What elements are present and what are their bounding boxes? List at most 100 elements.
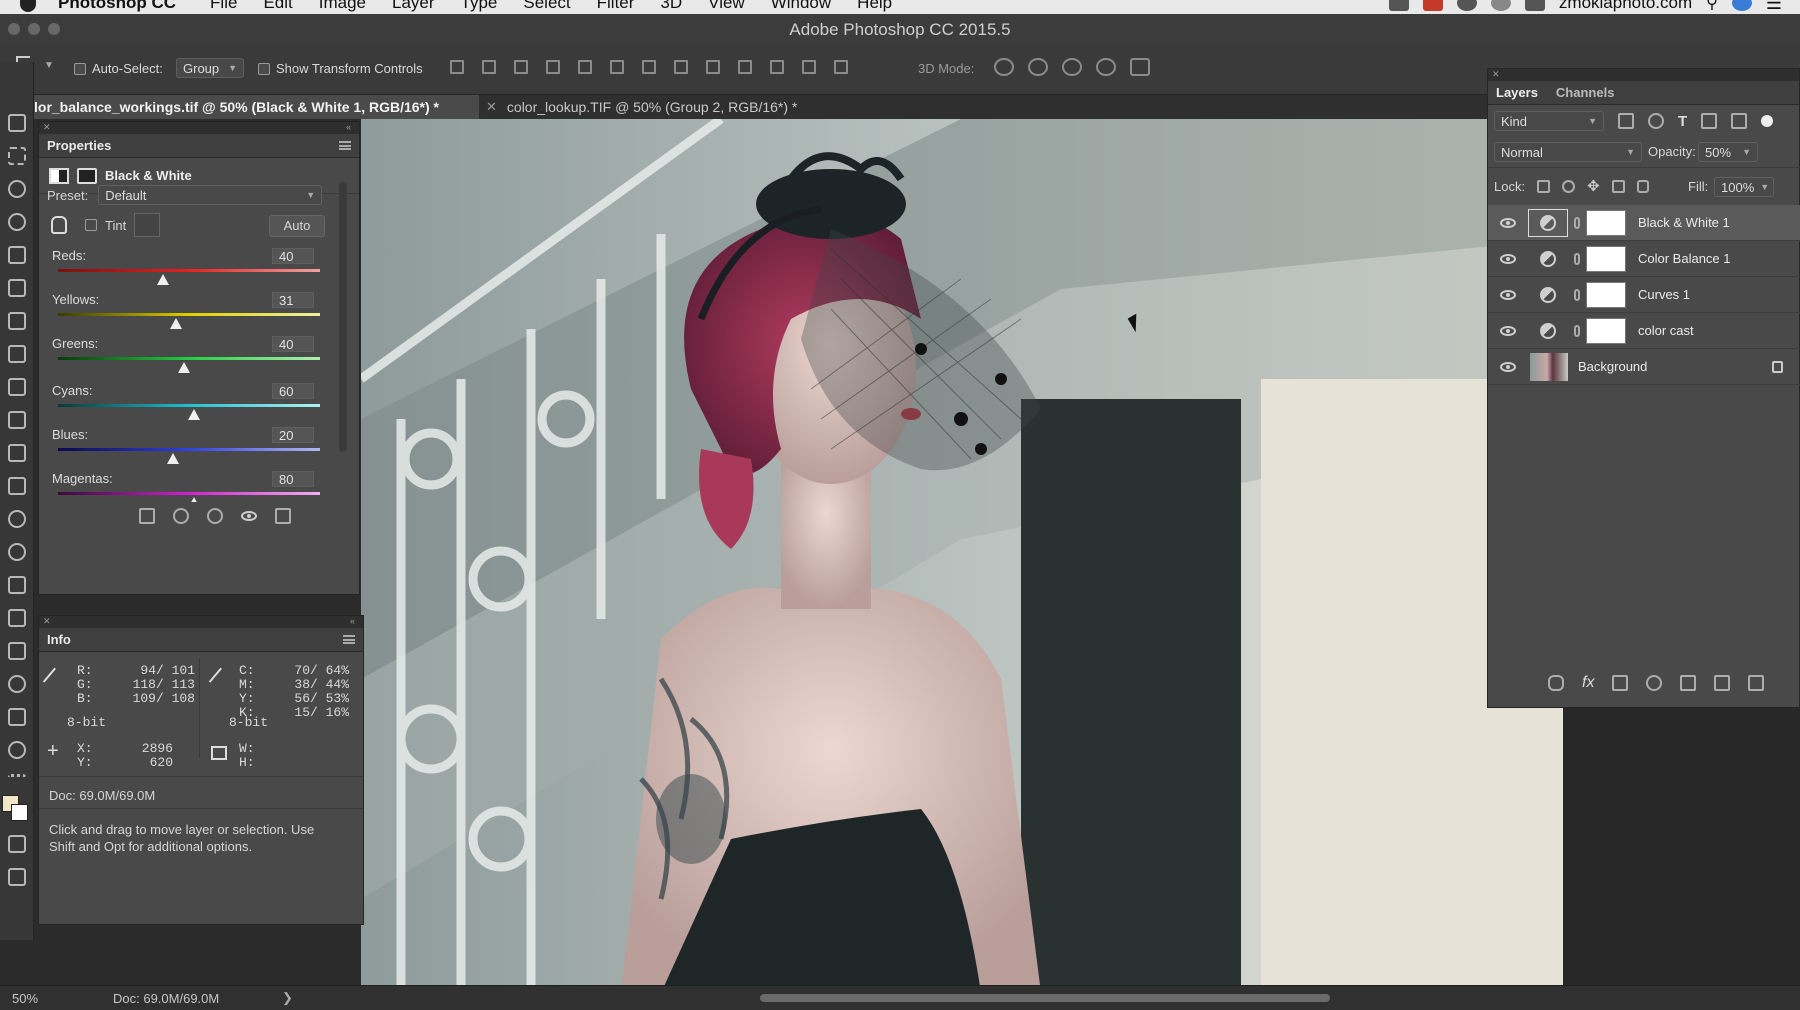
opacity-field[interactable]: 50% ▼ bbox=[1698, 142, 1758, 162]
slider-track[interactable] bbox=[58, 357, 320, 360]
3d-slide-icon[interactable] bbox=[1096, 58, 1116, 76]
3d-orbit-icon[interactable] bbox=[994, 58, 1014, 76]
panel-menu-icon[interactable] bbox=[343, 635, 355, 644]
menu-select[interactable]: Select bbox=[523, 0, 570, 13]
status-airplay-icon[interactable] bbox=[1524, 0, 1545, 11]
new-layer-icon[interactable] bbox=[1714, 675, 1731, 691]
close-panel-icon[interactable]: ✕ bbox=[43, 122, 51, 133]
apple-icon[interactable] bbox=[20, 0, 36, 12]
menu-edit[interactable]: Edit bbox=[263, 0, 292, 13]
distribute-left-icon[interactable] bbox=[738, 60, 752, 74]
mask-link-icon[interactable] bbox=[1574, 288, 1580, 301]
layer-row[interactable]: color cast bbox=[1488, 313, 1800, 349]
slider-value-field[interactable]: 40 bbox=[272, 248, 314, 264]
reset-icon[interactable] bbox=[207, 508, 223, 524]
app-name-menu[interactable]: Photoshop CC bbox=[58, 0, 176, 13]
notification-center-icon[interactable]: ☰ bbox=[1766, 0, 1782, 14]
blend-mode-dropdown[interactable]: Normal ▼ bbox=[1494, 142, 1642, 162]
layer-row[interactable]: Curves 1 bbox=[1488, 277, 1800, 313]
3d-camera-icon[interactable] bbox=[1130, 58, 1150, 76]
slider-track[interactable] bbox=[58, 269, 320, 272]
layer-mask-thumbnail[interactable] bbox=[1586, 245, 1626, 272]
tab-channels[interactable]: Channels bbox=[1556, 85, 1615, 100]
lasso-tool-icon[interactable] bbox=[7, 180, 26, 198]
zoom-tool-icon[interactable] bbox=[7, 741, 26, 759]
close-panel-icon[interactable]: ✕ bbox=[43, 616, 51, 627]
layer-mask-thumbnail[interactable] bbox=[1586, 281, 1626, 308]
layer-visibility-eye-icon[interactable] bbox=[1500, 253, 1516, 264]
layer-name[interactable]: Background bbox=[1578, 359, 1647, 374]
document-canvas[interactable] bbox=[361, 119, 1563, 993]
mask-link-icon[interactable] bbox=[1574, 324, 1580, 337]
menu-filter[interactable]: Filter bbox=[597, 0, 635, 13]
spotlight-icon[interactable]: ⚲ bbox=[1706, 0, 1718, 13]
layer-row[interactable]: Black & White 1 bbox=[1488, 205, 1800, 241]
status-red-icon[interactable] bbox=[1422, 0, 1443, 11]
delete-icon[interactable] bbox=[275, 508, 291, 524]
collapse-panel-icon[interactable]: « bbox=[346, 122, 351, 132]
background-color-swatch[interactable] bbox=[11, 804, 28, 821]
paint-bucket-tool-icon[interactable] bbox=[7, 477, 26, 495]
filter-adjustment-icon[interactable] bbox=[1648, 113, 1664, 129]
collapse-panel-icon[interactable]: « bbox=[350, 616, 355, 626]
slider-track[interactable] bbox=[58, 448, 320, 451]
preset-dropdown[interactable]: Default ▼ bbox=[98, 185, 323, 205]
menu-help[interactable]: Help bbox=[857, 0, 892, 13]
filter-type-icon[interactable]: T bbox=[1678, 113, 1687, 130]
slider-value-field[interactable]: 60 bbox=[272, 383, 314, 399]
panel-menu-icon[interactable] bbox=[339, 141, 351, 150]
auto-select-checkbox[interactable] bbox=[74, 62, 86, 75]
tool-preset-chevron-icon[interactable]: ▼ bbox=[44, 60, 54, 71]
visibility-eye-icon[interactable] bbox=[241, 511, 257, 521]
adjustment-thumbnail[interactable] bbox=[1528, 281, 1568, 309]
lock-all-icon[interactable] bbox=[1636, 179, 1649, 193]
marquee-tool-icon[interactable] bbox=[7, 147, 26, 165]
ellipse-tool-icon[interactable] bbox=[7, 675, 26, 693]
siri-icon[interactable] bbox=[1731, 0, 1752, 11]
tint-checkbox[interactable] bbox=[85, 219, 97, 231]
menu-window[interactable]: Window bbox=[771, 0, 831, 13]
layer-row[interactable]: Color Balance 1 bbox=[1488, 241, 1800, 277]
3d-roll-icon[interactable] bbox=[1028, 58, 1048, 76]
adjustment-icon[interactable] bbox=[49, 167, 69, 184]
filter-kind-dropdown[interactable]: Kind ▼ bbox=[1494, 111, 1604, 131]
distribute-right-icon[interactable] bbox=[802, 60, 816, 74]
align-right-icon[interactable] bbox=[610, 60, 624, 74]
clone-stamp-tool-icon[interactable] bbox=[7, 378, 26, 396]
tint-color-swatch[interactable] bbox=[134, 213, 161, 237]
lock-artboard-icon[interactable] bbox=[1611, 179, 1625, 193]
align-bottom-icon[interactable] bbox=[514, 60, 528, 74]
close-panel-icon[interactable]: ✕ bbox=[1492, 69, 1500, 80]
blur-tool-icon[interactable] bbox=[7, 510, 26, 528]
slider-thumb[interactable] bbox=[188, 409, 201, 420]
layer-name[interactable]: Curves 1 bbox=[1638, 287, 1690, 302]
targeted-adjustment-hand-icon[interactable] bbox=[51, 216, 67, 234]
menu-layer[interactable]: Layer bbox=[392, 0, 435, 13]
tab-layers[interactable]: Layers bbox=[1496, 85, 1538, 100]
history-brush-tool-icon[interactable] bbox=[7, 411, 26, 429]
crop-tool-icon[interactable] bbox=[7, 246, 26, 264]
view-previous-state-icon[interactable] bbox=[173, 508, 189, 524]
close-tab-icon[interactable]: ✕ bbox=[486, 99, 497, 115]
dodge-tool-icon[interactable] bbox=[7, 543, 26, 561]
filter-pixel-icon[interactable] bbox=[1618, 113, 1634, 129]
panel-collapse-bar[interactable]: ✕ bbox=[1488, 69, 1799, 81]
more-tools-icon[interactable] bbox=[7, 774, 26, 780]
status-menu-arrow-icon[interactable]: ❯ bbox=[282, 990, 293, 1006]
align-top-icon[interactable] bbox=[450, 60, 464, 74]
new-adjustment-icon[interactable] bbox=[1646, 675, 1663, 691]
distribute-top-icon[interactable] bbox=[642, 60, 656, 74]
layer-name[interactable]: color cast bbox=[1638, 323, 1694, 338]
menu-image[interactable]: Image bbox=[319, 0, 366, 13]
brush-tool-icon[interactable] bbox=[7, 345, 26, 363]
status-sync-icon[interactable] bbox=[1490, 0, 1511, 11]
status-app-icon[interactable] bbox=[1388, 0, 1409, 11]
3d-drag-icon[interactable] bbox=[1062, 58, 1082, 76]
document-tab[interactable]: ✕ color_lookup.TIF @ 50% (Group 2, RGB/1… bbox=[486, 95, 906, 119]
mask-link-icon[interactable] bbox=[1574, 216, 1580, 229]
panel-collapse-bar[interactable]: ✕ « bbox=[39, 616, 363, 628]
show-transform-checkbox[interactable] bbox=[258, 62, 270, 75]
link-layers-icon[interactable] bbox=[1548, 675, 1564, 691]
layer-mask-icon[interactable] bbox=[77, 167, 97, 184]
distribute-bottom-icon[interactable] bbox=[706, 60, 720, 74]
